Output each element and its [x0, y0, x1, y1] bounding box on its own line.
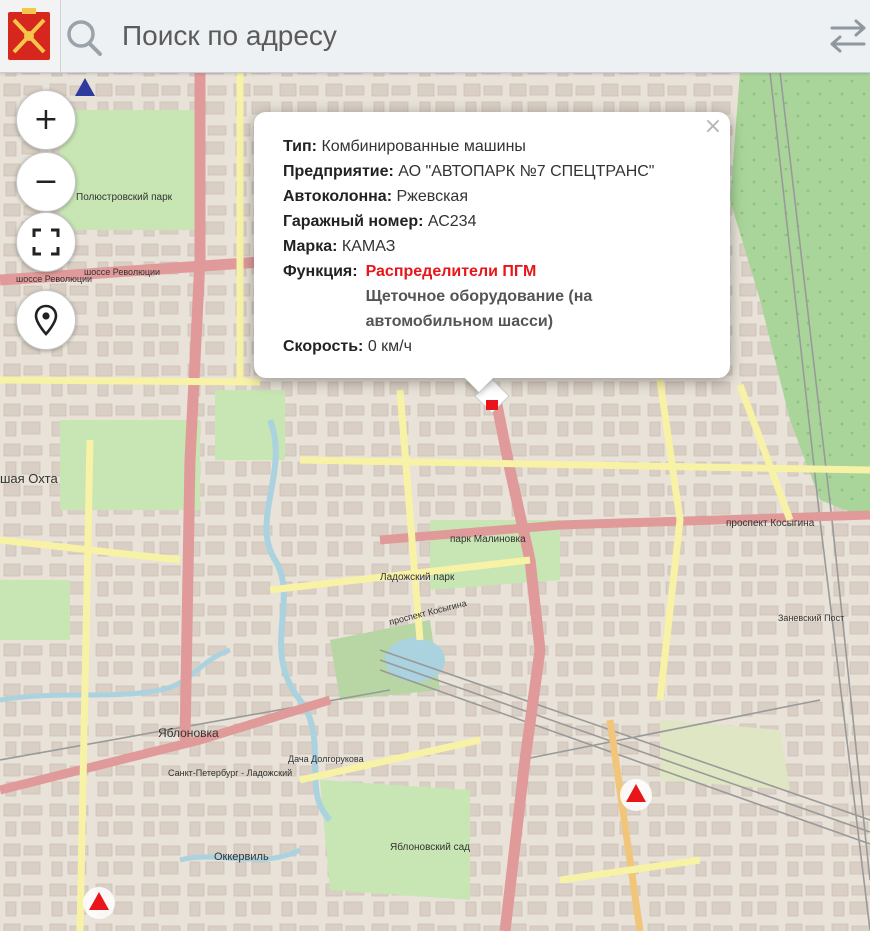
popup-value: АО "АВТОПАРК №7 СПЕЦТРАНС" — [398, 163, 655, 180]
locate-button[interactable] — [16, 290, 76, 350]
map-label-prospekt-kosygina: проспект Косыгина — [726, 518, 815, 529]
function-secondary: Щеточное оборудование (на автомобильном … — [365, 288, 593, 330]
map-label-polyustrovsky: Полюстровский парк — [76, 192, 173, 203]
map-label-park-malinovka: парк Малиновка — [450, 534, 526, 545]
location-pin-icon — [34, 304, 58, 336]
vehicle-marker-red-2[interactable] — [83, 887, 115, 919]
search-icon — [64, 14, 104, 58]
popup-row-column: Автоколонна: Ржевская — [283, 184, 710, 209]
zoom-out-button[interactable]: − — [16, 152, 76, 212]
minus-icon: − — [33, 164, 59, 199]
popup-label: Автоколонна: — [283, 188, 393, 205]
fullscreen-icon — [32, 228, 60, 256]
popup-label: Скорость: — [283, 338, 364, 355]
swap-arrows-icon[interactable] — [826, 12, 870, 60]
map-label-dacha: Дача Долгорукова — [288, 754, 364, 764]
popup-label: Гаражный номер: — [283, 213, 424, 230]
spb-coat-of-arms-icon[interactable] — [0, 0, 61, 72]
popup-row-garage-number: Гаражный номер: АС234 — [283, 209, 710, 234]
map-label-yablonovsky-sad: Яблоновский сад — [390, 841, 470, 853]
popup-value: 0 км/ч — [367, 338, 412, 355]
map-label-zanevsky-post: Заневский Пост — [778, 613, 844, 623]
popup-value: Комбинированные машины — [321, 138, 526, 155]
popup-row-function: Функция: Распределители ПГМ Щеточное обо… — [283, 259, 710, 334]
popup-row-brand: Марка: КАМАЗ — [283, 234, 710, 259]
popup-label: Функция: — [283, 263, 358, 280]
function-primary: Распределители ПГМ — [365, 263, 537, 280]
map-label-okkervil: Оккервиль — [214, 851, 269, 863]
popup-label: Марка: — [283, 238, 338, 255]
popup-label: Тип: — [283, 138, 317, 155]
map-label-shosse-revolyutsii: шоссе Революции — [16, 274, 92, 284]
function-list: Распределители ПГМ Щеточное оборудование… — [366, 259, 636, 334]
popup-label: Предприятие: — [283, 163, 394, 180]
map-label-ladozhsky-park: Ладожский парк — [380, 572, 455, 583]
popup-row-type: Тип: Комбинированные машины — [283, 134, 710, 159]
map-label-yablonovka: Яблоновка — [158, 726, 219, 740]
popup-row-enterprise: Предприятие: АО "АВТОПАРК №7 СПЕЦТРАНС" — [283, 159, 710, 184]
map-label-spb-ladozhsky: Санкт-Петербург - Ладожский — [168, 768, 292, 778]
vehicle-info-popup: × Тип: Комбинированные машины Предприяти… — [254, 112, 730, 393]
plus-icon: + — [33, 102, 59, 137]
popup-value: КАМАЗ — [341, 238, 396, 255]
close-icon[interactable]: × — [702, 116, 724, 138]
popup-value: АС234 — [427, 213, 477, 230]
map-label-okhta: шая Охта — [0, 471, 58, 486]
top-search-bar — [0, 0, 870, 73]
address-search-input[interactable] — [112, 14, 812, 58]
zoom-in-button[interactable]: + — [16, 90, 76, 150]
fullscreen-button[interactable] — [16, 212, 76, 272]
vehicle-marker-red-1[interactable] — [620, 779, 652, 811]
popup-row-speed: Скорость: 0 км/ч — [283, 334, 710, 359]
popup-value: Ржевская — [396, 188, 468, 205]
map-label-shosse-revolyutsii-2: шоссе Революции — [84, 267, 160, 277]
